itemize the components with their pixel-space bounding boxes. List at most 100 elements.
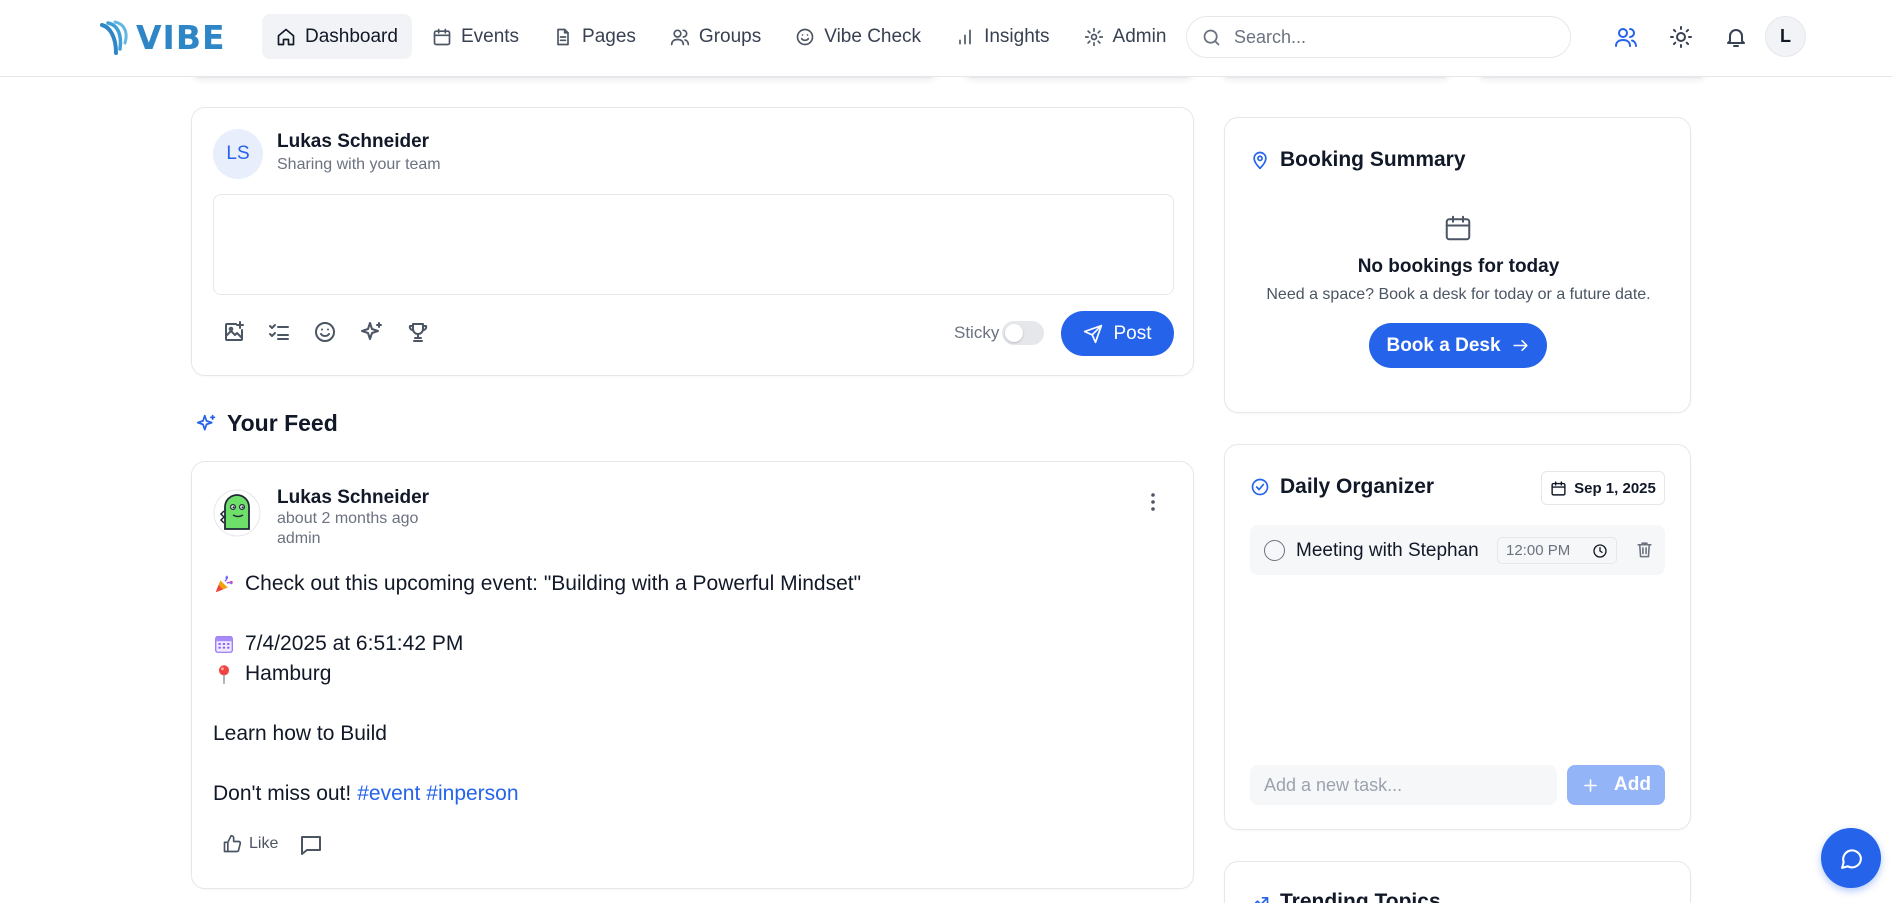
book-desk-label: Book a Desk: [1386, 334, 1501, 356]
hashtag-link[interactable]: #inperson: [426, 782, 518, 806]
sparkles-icon[interactable]: [360, 320, 384, 344]
post-button-label: Post: [1113, 322, 1152, 344]
booking-summary-title: Booking Summary: [1280, 148, 1466, 171]
add-task-button[interactable]: Add: [1567, 765, 1665, 805]
nav-admin[interactable]: Admin: [1070, 14, 1181, 59]
feed-heading: Your Feed: [196, 410, 338, 437]
daily-organizer-header: Daily Organizer: [1250, 475, 1434, 499]
no-bookings-title: No bookings for today: [1357, 256, 1560, 277]
new-task-input[interactable]: [1250, 765, 1557, 805]
smile-icon[interactable]: [313, 320, 337, 344]
organizer-date-picker[interactable]: Sep 1, 2025: [1541, 471, 1665, 505]
nav-insights[interactable]: Insights: [941, 14, 1063, 59]
pin-icon: [218, 665, 230, 684]
chat-button[interactable]: [1821, 828, 1881, 888]
feed-post: Lukas Schneider about 2 months ago admin…: [191, 461, 1194, 889]
home-icon: [277, 28, 295, 45]
post-event-text: Check out this upcoming event: "Building…: [245, 572, 862, 595]
post-description-text: Learn how to Build: [213, 722, 387, 745]
daily-organizer-title: Daily Organizer: [1280, 475, 1435, 498]
trending-topics-card: Trending Topics: [1224, 861, 1691, 903]
post-button[interactable]: Post: [1061, 311, 1174, 356]
thumbs-up-icon: [223, 834, 242, 853]
users-icon[interactable]: [1614, 25, 1638, 49]
gear-icon: [1084, 27, 1103, 46]
task-time-input[interactable]: 12:00 PM: [1497, 537, 1617, 564]
sun-icon[interactable]: [1669, 25, 1693, 49]
nav-pages[interactable]: Pages: [539, 14, 650, 59]
task-text[interactable]: Meeting with Stephan: [1296, 540, 1479, 562]
clock-icon: [1593, 544, 1607, 558]
post-date-line: 7/4/2025 at 6:51:42 PM: [213, 632, 463, 656]
nav-pages-label: Pages: [582, 25, 636, 47]
hashtag-link[interactable]: #event: [357, 782, 420, 806]
post-event-date: 7/4/2025 at 6:51:42 PM: [245, 632, 464, 655]
trending-topics-header: Trending Topics: [1250, 890, 1441, 903]
checklist-icon[interactable]: [267, 320, 291, 344]
chat-bubble-icon: [1840, 848, 1862, 869]
like-button[interactable]: Like: [222, 834, 278, 854]
task-checkbox[interactable]: [1264, 540, 1285, 561]
avatar: [213, 489, 261, 537]
avatar: LS: [213, 129, 263, 179]
feed-title: Your Feed: [227, 410, 338, 436]
trophy-icon[interactable]: [406, 320, 430, 344]
nav-events[interactable]: Events: [418, 14, 533, 59]
post-text-input[interactable]: [213, 194, 1174, 295]
sparkles-icon: [196, 414, 216, 431]
bar-chart-icon: [959, 29, 971, 45]
send-icon: [1084, 324, 1103, 343]
add-task-label: Add: [1614, 774, 1651, 795]
image-add-icon[interactable]: [222, 320, 246, 344]
like-label: Like: [249, 835, 279, 852]
trending-icon: [1254, 897, 1269, 903]
nav-admin-label: Admin: [1112, 25, 1167, 47]
smile-icon: [796, 28, 814, 45]
nav-dashboard[interactable]: Dashboard: [262, 14, 412, 59]
trash-icon[interactable]: [1635, 540, 1654, 559]
file-icon: [557, 28, 569, 45]
composer-user-name: Lukas Schneider: [277, 131, 430, 152]
bell-icon[interactable]: [1724, 25, 1748, 49]
daily-organizer-card: Daily Organizer Sep 1, 2025 Meeting with…: [1224, 444, 1691, 830]
no-bookings-subtitle: Need a space? Book a desk for today or a…: [1266, 286, 1651, 303]
post-timestamp: about 2 months ago: [277, 510, 419, 527]
check-circle-icon: [1251, 478, 1269, 496]
user-avatar[interactable]: L: [1765, 16, 1806, 57]
nav-dashboard-label: Dashboard: [305, 25, 398, 47]
nav-vibe-check-label: Vibe Check: [824, 25, 922, 47]
post-event-line: Check out this upcoming event: "Building…: [213, 572, 861, 596]
booking-summary-header: Booking Summary: [1250, 148, 1466, 172]
vibe-logo-icon: [100, 20, 128, 55]
trending-topics-title: Trending Topics: [1280, 890, 1441, 903]
nav-groups[interactable]: Groups: [656, 14, 775, 59]
organizer-date: Sep 1, 2025: [1574, 479, 1656, 497]
vibe-logo[interactable]: VIBE: [100, 17, 226, 57]
task-item: Meeting with Stephan 12:00 PM: [1250, 525, 1665, 575]
composer-subtitle: Sharing with your team: [277, 156, 441, 173]
task-time: 12:00 PM: [1506, 542, 1571, 559]
party-popper-icon: [215, 575, 233, 593]
calendar-icon: [433, 28, 451, 45]
post-author[interactable]: Lukas Schneider: [277, 487, 429, 509]
brand-name: VIBE: [136, 17, 226, 57]
nav-events-label: Events: [460, 25, 520, 47]
calendar-icon: [1445, 215, 1471, 241]
users-icon: [670, 28, 690, 45]
plus-icon: [1584, 778, 1597, 792]
arrow-right-icon: [1512, 339, 1528, 352]
booking-summary-card: Booking Summary No bookings for today Ne…: [1224, 117, 1691, 413]
main-nav: Dashboard Events Pages Groups Vibe Check…: [262, 14, 1180, 59]
top-navigation-bar: VIBE Dashboard Events Pages Groups Vibe …: [0, 0, 1892, 77]
sticky-toggle[interactable]: [1002, 321, 1044, 345]
search-input[interactable]: [1234, 26, 1554, 48]
calendar-icon: [1551, 480, 1566, 496]
map-pin-icon: [1253, 151, 1267, 170]
book-desk-button[interactable]: Book a Desk: [1369, 323, 1547, 368]
nav-vibe-check[interactable]: Vibe Check: [781, 14, 935, 59]
comment-icon[interactable]: [299, 833, 323, 857]
post-cta-text: Don't miss out!: [213, 782, 352, 805]
post-cta-line: Don't miss out! #event #inperson: [213, 782, 519, 806]
sticky-label: Sticky: [954, 323, 1000, 342]
more-options-icon[interactable]: [1141, 490, 1165, 514]
